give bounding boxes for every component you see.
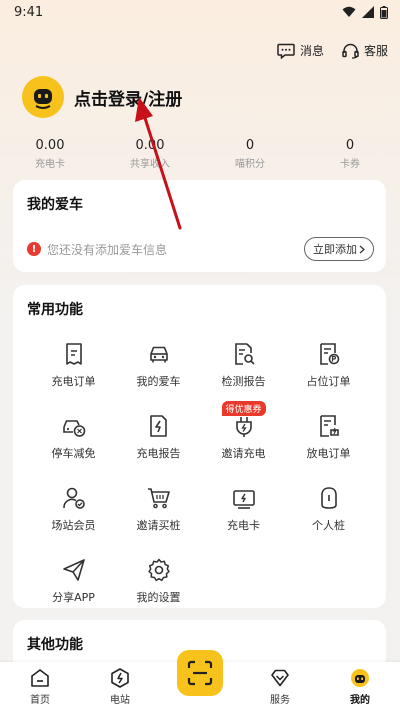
- car-icon: [149, 346, 168, 363]
- cart-icon: [147, 488, 170, 509]
- my-car-title: 我的爱车: [27, 197, 83, 213]
- service-icon: [271, 669, 289, 687]
- account-stats: 0.00 充电卡 0.00 共享收入 0 喵积分 0 卡券: [0, 138, 400, 170]
- tab-home[interactable]: 首页: [10, 667, 70, 706]
- message-icon: [277, 43, 295, 59]
- function-personal-pile[interactable]: 个人桩: [286, 485, 371, 533]
- stat-label: 喵积分: [235, 159, 265, 170]
- my-car-row: ! 您还没有添加爱车信息 立即添加: [27, 237, 374, 261]
- function-charge-order[interactable]: 充电订单: [31, 341, 116, 389]
- tab-station[interactable]: 电站: [90, 667, 150, 706]
- station-icon: [111, 668, 129, 688]
- order-icon: [65, 343, 82, 365]
- tab-label: 服务: [270, 695, 290, 706]
- coupon-badge: 得优惠券: [221, 401, 266, 416]
- profile-login[interactable]: 点击登录/注册: [22, 76, 182, 118]
- stat-value: 0.00: [35, 138, 65, 153]
- tab-label: 首页: [30, 695, 50, 706]
- function-label: 充电报告: [136, 447, 181, 460]
- function-label: 个人桩: [312, 519, 345, 532]
- function-charge-card[interactable]: 充电卡: [201, 485, 286, 533]
- function-discharge-order[interactable]: 放电订单: [286, 413, 371, 461]
- avatar-face-icon: [34, 89, 52, 109]
- stat-coupons[interactable]: 0 卡券: [300, 138, 400, 170]
- chevron-right-icon: [359, 245, 365, 253]
- my-car-empty: ! 您还没有添加爱车信息: [27, 241, 167, 258]
- top-actions: 消息 客服: [277, 42, 388, 59]
- function-my-car[interactable]: 我的爱车: [116, 341, 201, 389]
- stat-label: 卡券: [340, 159, 360, 170]
- my-car-card: 我的爱车 ! 您还没有添加爱车信息 立即添加: [13, 180, 386, 272]
- member-icon: [62, 487, 85, 509]
- status-time: 9:41: [14, 4, 44, 20]
- home-icon: [31, 669, 49, 687]
- charge-report-icon: [149, 415, 167, 437]
- function-label: 占位订单: [306, 375, 351, 388]
- tab-label: 我的: [350, 695, 370, 706]
- function-label: 场站会员: [51, 519, 96, 532]
- function-parking-order[interactable]: 占位订单: [286, 341, 371, 389]
- common-functions-card: 常用功能 充电订单 我的爱车 检测报告 占位订单 停车减免 充电报告 得优惠券: [13, 285, 386, 608]
- stat-value: 0: [345, 138, 355, 153]
- login-register-link[interactable]: 点击登录/注册: [74, 85, 182, 110]
- tab-mine[interactable]: 我的: [330, 667, 390, 706]
- mine-icon: [351, 669, 369, 687]
- function-invite-charge[interactable]: 得优惠券 邀请充电: [201, 401, 286, 461]
- report-search-icon: [234, 343, 255, 365]
- function-station-member[interactable]: 场站会员: [31, 485, 116, 533]
- messages-label: 消息: [299, 44, 324, 58]
- messages-button[interactable]: 消息: [277, 42, 324, 59]
- function-label: 邀请充电: [221, 447, 266, 460]
- function-label: 充电卡: [227, 519, 260, 532]
- discharge-order-icon: [319, 415, 339, 437]
- service-button[interactable]: 客服: [342, 42, 388, 59]
- warning-icon: !: [27, 242, 41, 256]
- tab-label: 电站: [110, 695, 130, 706]
- stat-charge-card[interactable]: 0.00 充电卡: [0, 138, 100, 170]
- function-grid: 充电订单 我的爱车 检测报告 占位订单 停车减免 充电报告 得优惠券 邀请充电: [31, 341, 371, 605]
- function-label: 检测报告: [221, 375, 266, 388]
- function-invite-buy-pile[interactable]: 邀请买桩: [116, 485, 201, 533]
- stat-points[interactable]: 0 喵积分: [200, 138, 300, 170]
- function-label: 停车减免: [51, 447, 96, 460]
- my-car-empty-message: 您还没有添加爱车信息: [47, 242, 168, 257]
- wifi-icon: [342, 6, 356, 17]
- common-functions-title: 常用功能: [27, 302, 83, 318]
- scan-button[interactable]: [177, 650, 223, 696]
- status-bar: 9:41: [0, 0, 400, 24]
- function-share-app[interactable]: 分享APP: [31, 557, 116, 605]
- function-label: 我的爱车: [136, 375, 181, 388]
- function-inspection-report[interactable]: 检测报告: [201, 341, 286, 389]
- battery-icon: [380, 5, 388, 19]
- signal-icon: [362, 6, 374, 18]
- plug-icon: [235, 417, 252, 437]
- add-car-label: 立即添加: [313, 243, 357, 256]
- function-label: 放电订单: [306, 447, 351, 460]
- scan-icon: [187, 660, 213, 686]
- function-label: 分享APP: [52, 591, 95, 604]
- charge-card-icon: [232, 490, 255, 509]
- function-parking-discount[interactable]: 停车减免: [31, 413, 116, 461]
- function-label: 邀请买桩: [136, 519, 181, 532]
- function-charge-report[interactable]: 充电报告: [116, 413, 201, 461]
- function-my-settings[interactable]: 我的设置: [116, 557, 201, 605]
- tab-service[interactable]: 服务: [250, 667, 310, 706]
- function-label: 我的设置: [136, 591, 181, 604]
- stat-label: 共享收入: [130, 159, 170, 170]
- share-icon: [62, 559, 85, 581]
- stat-label: 充电卡: [35, 159, 65, 170]
- stat-value: 0.00: [135, 138, 165, 153]
- add-car-button[interactable]: 立即添加: [304, 237, 374, 261]
- headset-icon: [342, 43, 359, 59]
- settings-icon: [147, 558, 170, 582]
- status-icons: [342, 5, 388, 19]
- service-label: 客服: [363, 44, 388, 58]
- stat-value: 0: [245, 138, 255, 153]
- parking-order-icon: [319, 343, 339, 365]
- stat-shared-income[interactable]: 0.00 共享收入: [100, 138, 200, 170]
- parking-discount-icon: [62, 420, 85, 437]
- personal-pile-icon: [320, 487, 337, 509]
- avatar: [22, 76, 64, 118]
- function-label: 充电订单: [51, 375, 96, 388]
